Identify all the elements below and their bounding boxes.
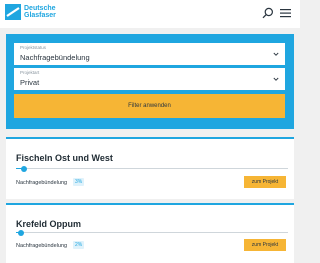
project-status: Nachfragebündelung (16, 180, 68, 186)
progress-percent-badge: 2% (73, 241, 85, 249)
chevron-down-icon (273, 52, 279, 56)
logo-wordmark: Deutsche Glasfaser (24, 5, 56, 19)
search-icon[interactable] (262, 7, 274, 19)
progress-dot (21, 165, 28, 172)
project-title: Fischeln Ost und West (16, 153, 113, 163)
progress-bar (16, 229, 288, 236)
zum-projekt-button[interactable]: zum Projekt (244, 176, 286, 188)
progress-dot (18, 229, 25, 236)
project-status: Nachfragebündelung (16, 243, 68, 249)
zum-projekt-button[interactable]: zum Projekt (244, 239, 286, 251)
project-status-value: Nachfragebündelung (20, 53, 90, 62)
logo-mark-icon (5, 4, 21, 20)
project-type-value: Privat (20, 78, 40, 87)
project-type-select[interactable]: Projektart Privat (14, 68, 285, 90)
apply-filter-button[interactable]: Filter anwenden (14, 94, 285, 118)
progress-percent-badge: 3% (73, 178, 85, 186)
hamburger-menu-icon[interactable] (280, 8, 291, 18)
project-title: Krefeld Oppum (16, 219, 82, 229)
deutsche-glasfaser-logo[interactable]: Deutsche Glasfaser (5, 4, 56, 20)
project-card: Fischeln Ost und West Nachfragebündelung… (6, 137, 294, 199)
project-type-label: Projektart (20, 70, 40, 75)
logo-line-2: Glasfaser (24, 12, 56, 19)
site-header: Deutsche Glasfaser (0, 0, 300, 28)
project-status-select[interactable]: Projektstatus Nachfragebündelung (14, 43, 285, 65)
project-status-label: Projektstatus (20, 45, 47, 50)
logo-line-1: Deutsche (24, 5, 56, 12)
project-card: Krefeld Oppum Nachfragebündelung 2% zum … (6, 203, 294, 263)
chevron-down-icon (273, 77, 279, 81)
progress-bar (16, 165, 288, 172)
filter-panel: Projektstatus Nachfragebündelung Projekt… (6, 34, 294, 129)
